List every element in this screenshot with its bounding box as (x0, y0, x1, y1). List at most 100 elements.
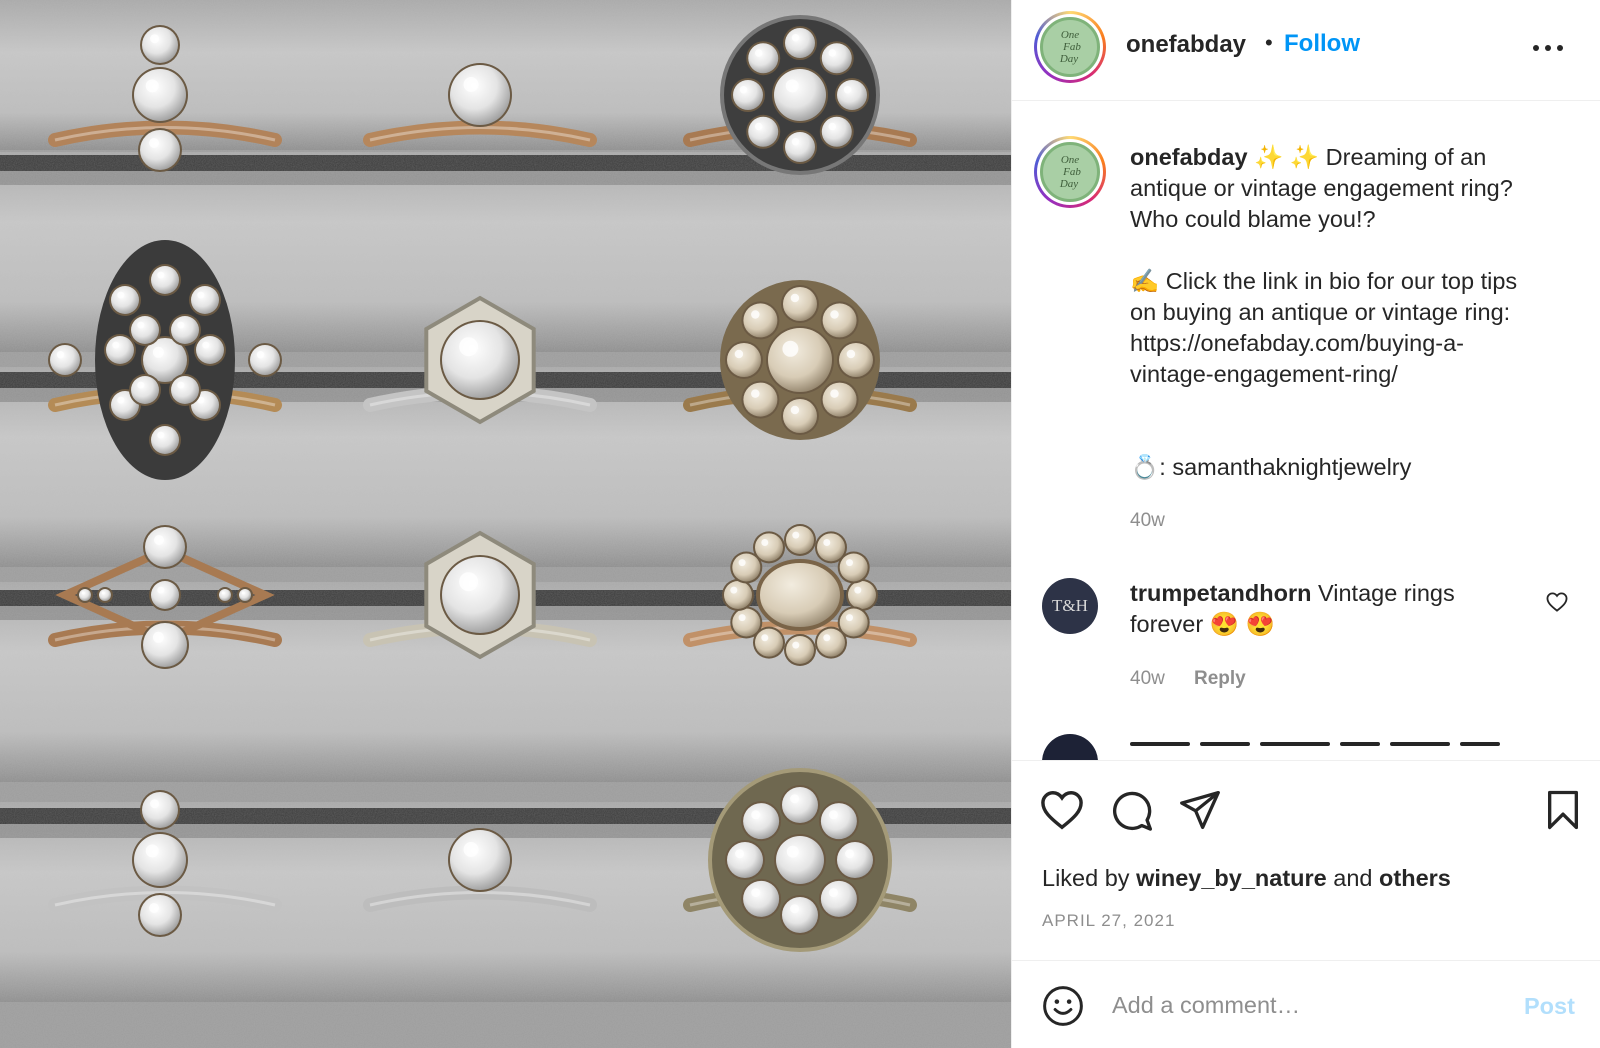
gem-highlight (754, 49, 763, 57)
gem-stone (142, 792, 178, 828)
gem-stone (743, 382, 778, 417)
gem-stone (239, 589, 251, 601)
gem-stone (50, 345, 80, 375)
gem-highlight (823, 538, 831, 546)
post-date[interactable]: APRIL 27, 2021 (1042, 911, 1175, 931)
comment-bubble-icon[interactable] (1111, 790, 1153, 832)
more-horizontal-icon[interactable] (1530, 38, 1566, 58)
gem-highlight (846, 349, 856, 359)
gem-highlight (792, 531, 800, 539)
rings-photo (0, 0, 1011, 1048)
post-comment-button[interactable]: Post (1524, 993, 1575, 1020)
gem-stone (450, 830, 510, 890)
gem-highlight (463, 842, 479, 857)
gem-highlight (754, 122, 763, 131)
comment-input[interactable] (1112, 983, 1492, 1027)
gem-stone (821, 43, 852, 74)
logo-line-3: Day (1059, 178, 1078, 190)
save-bookmark-icon[interactable] (1545, 790, 1581, 830)
gem-highlight (177, 381, 185, 389)
gem-highlight (751, 310, 760, 319)
gem-stone (817, 533, 845, 562)
caption-author-avatar[interactable]: One Fab Day (1034, 136, 1106, 208)
gem-highlight (150, 34, 160, 44)
comment-timestamp[interactable]: 40w (1130, 668, 1165, 690)
comments-section[interactable]: One Fab Day onefabday ✨ ✨ Dreaming of an… (1012, 102, 1600, 760)
gem-stone (134, 69, 186, 121)
gem-highlight (828, 888, 838, 898)
caption-link-part-2[interactable]: vintage-engagement-ring/ (1130, 359, 1570, 390)
gem-highlight (137, 381, 145, 389)
post-header: One Fab Day onefabday • Follow (1012, 0, 1600, 101)
gem-stone (839, 553, 868, 582)
caption-username[interactable]: onefabday (1130, 144, 1248, 170)
caption-line-1: Dreaming of an (1319, 144, 1487, 170)
gem-highlight (137, 321, 145, 329)
gem-highlight (830, 310, 839, 319)
gem-stone (191, 286, 219, 314)
gem-stone (131, 316, 159, 344)
gem-stone (140, 895, 180, 935)
gem-stone (817, 628, 845, 657)
gem-highlight (761, 634, 769, 642)
like-comment-heart-icon[interactable] (1546, 592, 1568, 612)
liked-by-user[interactable]: winey_by_nature (1136, 865, 1327, 891)
gem-highlight (157, 431, 165, 439)
liked-and-label: and (1326, 865, 1380, 891)
add-comment-bar: Post (1012, 960, 1600, 1048)
next-commenter-avatar[interactable] (1042, 734, 1098, 760)
gem-highlight (830, 389, 839, 398)
gem-stone (820, 803, 857, 840)
gem-stone (822, 382, 857, 417)
gem-highlight (790, 904, 800, 914)
gem-stone (724, 581, 752, 609)
gem-stone (79, 589, 91, 601)
gem-stone (151, 266, 179, 294)
gem-stone (783, 287, 817, 321)
gem-highlight (785, 79, 799, 93)
gem-stone (768, 328, 832, 392)
gem-highlight (154, 535, 164, 545)
commenter-username[interactable]: trumpetandhorn (1130, 580, 1311, 606)
gem-stone (145, 527, 185, 567)
gem-stone (106, 336, 134, 364)
gem-stone (748, 43, 779, 74)
reply-button[interactable]: Reply (1194, 668, 1246, 690)
liked-others-link[interactable]: others (1379, 865, 1451, 891)
post-image[interactable] (0, 0, 1011, 1048)
gem-highlight (782, 340, 799, 357)
gem-highlight (149, 138, 159, 148)
gem-stone (785, 132, 815, 162)
gem-highlight (117, 291, 125, 299)
gem-stone (151, 581, 179, 609)
gem-highlight (202, 341, 210, 349)
gem-stone (743, 303, 778, 338)
gem-highlight (751, 389, 760, 398)
onefabday-logo-icon: One Fab Day (1059, 29, 1082, 65)
gem-stone (839, 343, 873, 377)
gem-highlight (459, 572, 479, 592)
follow-button[interactable]: Follow (1284, 30, 1360, 58)
gem-highlight (735, 849, 745, 859)
emoji-smiley-icon[interactable] (1042, 985, 1084, 1027)
gem-stone (821, 116, 852, 147)
gem-stone (171, 376, 199, 404)
gem-highlight (761, 538, 769, 546)
caption-timestamp[interactable]: 40w (1130, 510, 1165, 532)
share-send-icon[interactable] (1179, 790, 1221, 830)
gem-highlight (177, 321, 185, 329)
author-avatar[interactable]: One Fab Day (1034, 11, 1106, 83)
author-username[interactable]: onefabday (1126, 31, 1246, 59)
like-heart-icon[interactable] (1040, 790, 1084, 830)
commenter-avatar[interactable]: T&H (1042, 578, 1098, 634)
gem-highlight (197, 291, 205, 299)
gem-highlight (845, 559, 853, 567)
gem-stone (450, 65, 510, 125)
oval-center-stone (756, 559, 844, 631)
gem-stone (151, 426, 179, 454)
gem-highlight (845, 614, 853, 622)
gem-stone (786, 636, 814, 664)
post-actions: Liked by winey_by_nature and others APRI… (1012, 760, 1600, 960)
caption-link-part-1[interactable]: https://onefabday.com/buying-a- (1130, 328, 1570, 359)
next-comment-preview (1130, 738, 1570, 752)
